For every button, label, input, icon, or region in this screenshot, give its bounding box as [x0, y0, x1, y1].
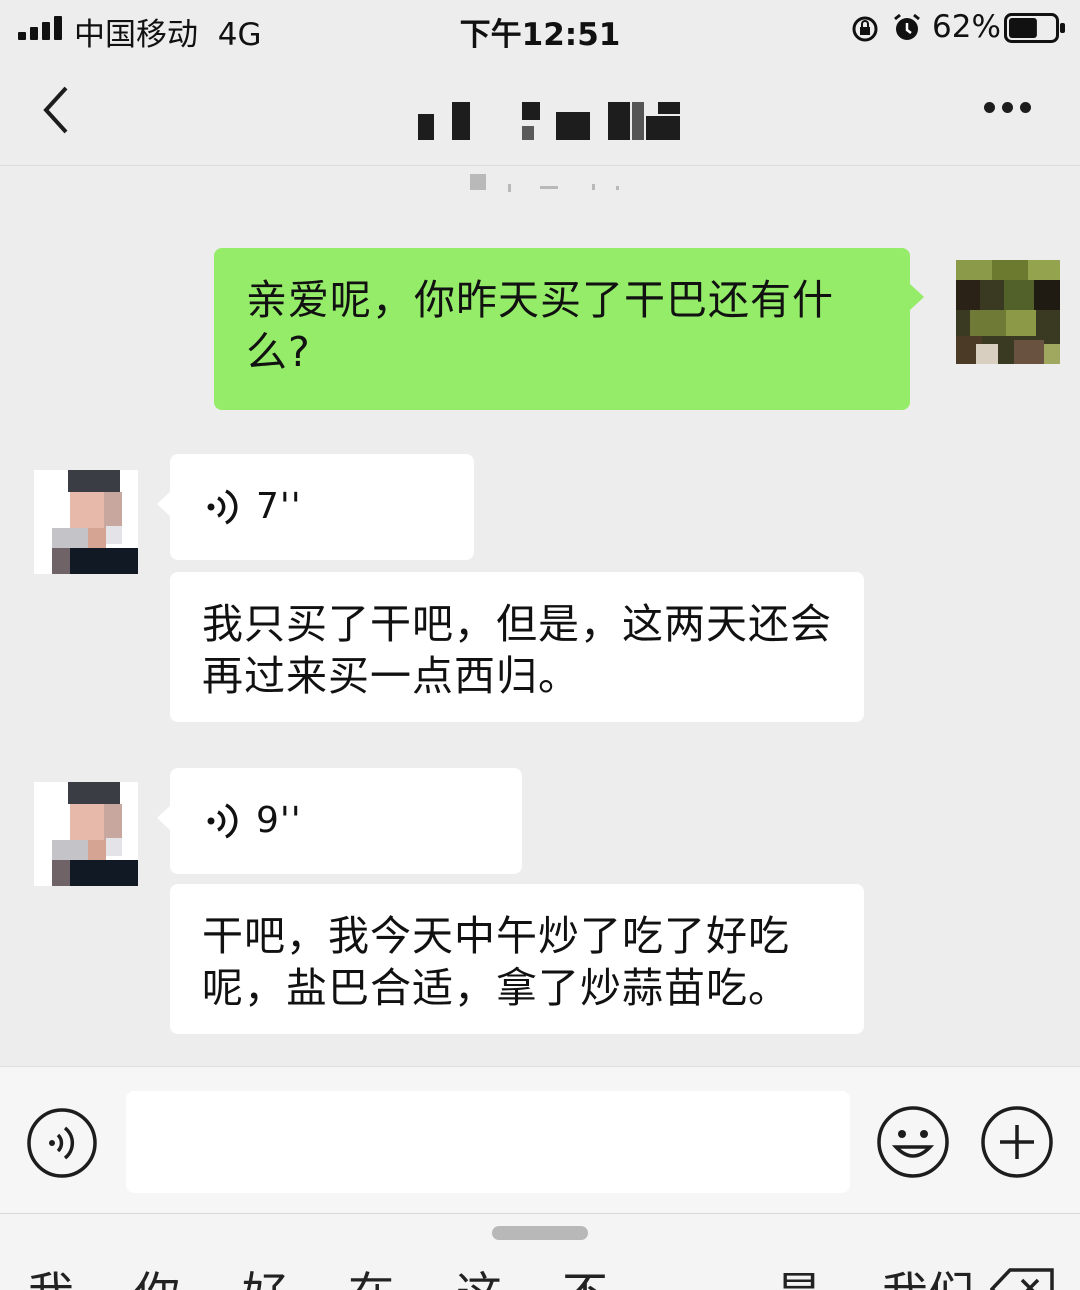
voice-wave-icon [207, 803, 238, 839]
contact-avatar[interactable] [34, 782, 138, 886]
more-horizontal-icon[interactable] [980, 100, 1036, 116]
chat-input-bar [0, 1066, 1080, 1214]
chevron-left-icon[interactable] [36, 82, 76, 138]
keyboard-handle[interactable] [492, 1226, 588, 1240]
incoming-message-bubble[interactable]: 干吧，我今天中午炒了吃了好吃呢，盐巴合适，拿了炒蒜苗吃。 [170, 884, 864, 1034]
message-input[interactable] [126, 1091, 850, 1193]
emoji-icon[interactable] [876, 1105, 950, 1179]
voice-message-bubble[interactable]: 7'' [157, 454, 474, 560]
voice-message-bubble[interactable]: 9'' [157, 768, 522, 874]
alarm-icon [894, 13, 920, 40]
outgoing-message-bubble[interactable]: 亲爱呢，你昨天买了干巴还有什么? [214, 248, 924, 410]
timestamp-divider-blurred [466, 174, 636, 194]
message-text: 干吧，我今天中午炒了吃了好吃呢，盐巴合适，拿了炒蒜苗吃。 [202, 912, 790, 1012]
chat-header [0, 56, 1080, 166]
my-avatar[interactable] [956, 260, 1060, 364]
orientation-lock-icon [852, 16, 878, 42]
voice-duration: 7'' [256, 486, 302, 527]
plus-icon[interactable] [980, 1105, 1054, 1179]
incoming-message-bubble[interactable]: 我只买了干吧，但是，这两天还会再过来买一点西归。 [170, 572, 864, 722]
backspace-icon[interactable] [990, 1268, 1056, 1290]
candidate-word[interactable]: 是 [776, 1258, 822, 1290]
contact-name-pixelated [418, 102, 680, 142]
candidate-word[interactable]: 我 [28, 1258, 74, 1290]
candidate-word[interactable]: 不 [562, 1258, 608, 1290]
candidate-list: 我 你 好 在 这 不 一 是 我们 [0, 1258, 1080, 1290]
battery-percent: 62% [932, 9, 1001, 45]
status-bar: 中国移动 4G 下午12:51 62% [0, 0, 1080, 56]
message-text: 亲爱呢，你昨天买了干巴还有什么? [246, 276, 834, 376]
message-text: 我只买了干吧，但是，这两天还会再过来买一点西归。 [202, 600, 832, 700]
candidate-word[interactable]: 一 [668, 1258, 714, 1290]
battery-icon [1004, 13, 1065, 43]
voice-duration: 9'' [256, 800, 302, 841]
contact-avatar[interactable] [34, 470, 138, 574]
keyboard-candidate-bar: 我 你 好 在 这 不 一 是 我们 [0, 1214, 1080, 1290]
candidate-word[interactable]: 我们 [882, 1258, 974, 1290]
candidate-word[interactable]: 在 [348, 1258, 394, 1290]
voice-wave-icon [207, 489, 238, 525]
candidate-word[interactable]: 好 [242, 1258, 288, 1290]
candidate-word[interactable]: 你 [134, 1258, 180, 1290]
voice-mode-icon[interactable] [26, 1107, 98, 1179]
candidate-word[interactable]: 这 [456, 1258, 502, 1290]
